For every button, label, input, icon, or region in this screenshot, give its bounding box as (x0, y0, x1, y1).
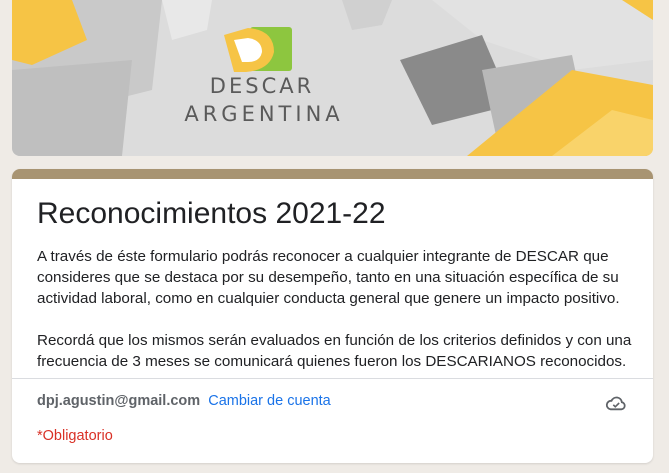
cloud-saved-icon[interactable] (605, 394, 627, 412)
divider (12, 378, 653, 379)
account-email: dpj.agustin@gmail.com (37, 393, 201, 409)
switch-account-link[interactable]: Cambiar de cuenta (208, 393, 331, 409)
form-title: Reconocimientos 2021-22 (37, 197, 386, 230)
brand-line-1: DESCAR (209, 74, 315, 98)
card-accent-bar (12, 169, 653, 179)
description-paragraph-1: A través de éste formulario podrás recon… (37, 248, 620, 307)
brand-line-2: ARGENTINA (184, 102, 344, 126)
form-header-card: Reconocimientos 2021-22 A través de éste… (12, 169, 653, 463)
form-description: A través de éste formulario podrás recon… (37, 246, 637, 372)
description-paragraph-2: Recordá que los mismos serán evaluados e… (37, 332, 632, 370)
header-banner: DESCAR ARGENTINA (12, 0, 653, 156)
required-note: *Obligatorio (37, 428, 113, 444)
account-row: dpj.agustin@gmail.com Cambiar de cuenta (37, 393, 331, 409)
